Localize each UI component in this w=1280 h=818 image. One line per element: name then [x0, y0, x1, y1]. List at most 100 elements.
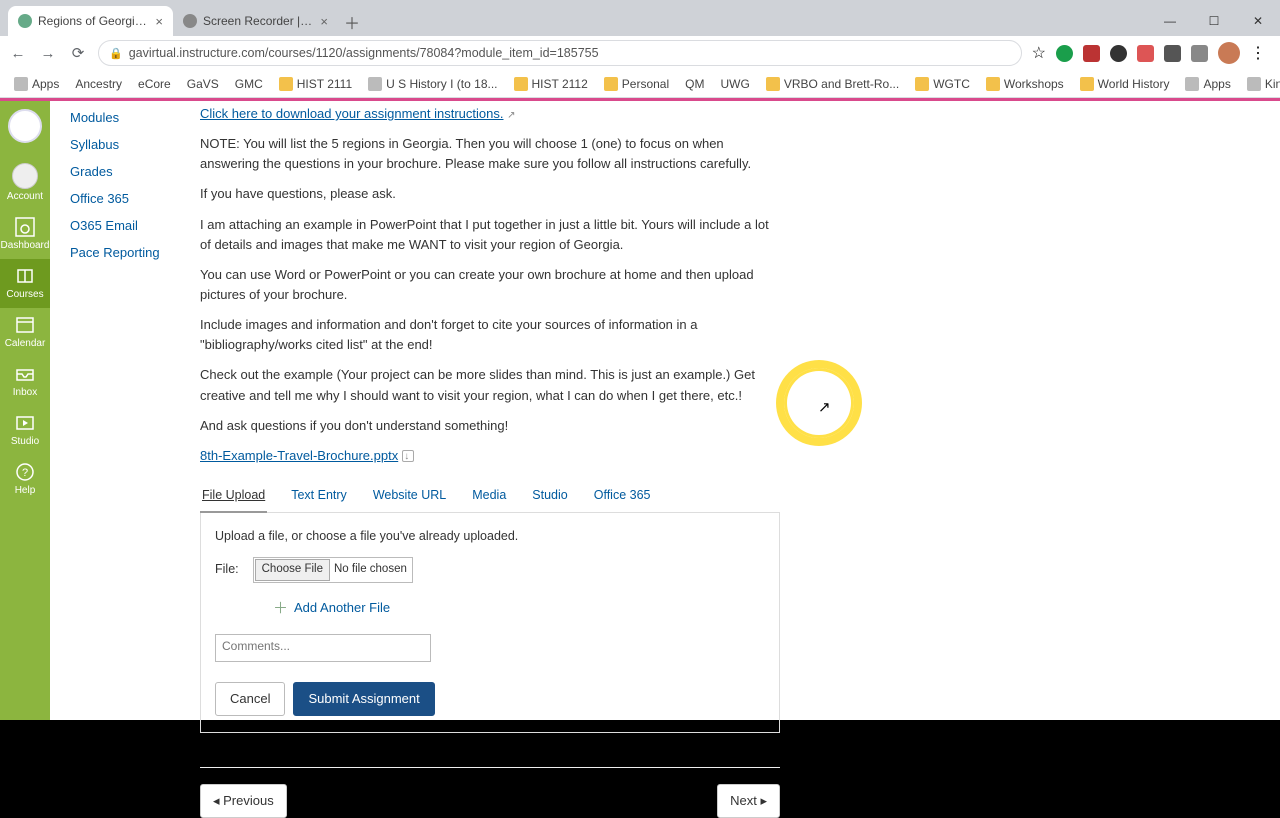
- address-bar: ← → ⟳ 🔒 gavirtual.instructure.com/course…: [0, 36, 1280, 70]
- bookmark-item[interactable]: U S History I (to 18...: [362, 75, 503, 93]
- course-nav-modules[interactable]: Modules: [62, 104, 186, 131]
- global-nav-calendar[interactable]: Calendar: [0, 308, 50, 357]
- extension-icon[interactable]: [1110, 45, 1127, 62]
- course-nav-grades[interactable]: Grades: [62, 158, 186, 185]
- global-nav-courses[interactable]: Courses: [0, 259, 50, 308]
- minimize-button[interactable]: —: [1148, 6, 1192, 36]
- global-nav-logo[interactable]: [0, 101, 50, 157]
- close-icon[interactable]: ×: [155, 14, 163, 29]
- apps-icon: [14, 77, 28, 91]
- tab-text-entry[interactable]: Text Entry: [289, 480, 349, 512]
- toolbar-right: ☆ ⋮: [1032, 42, 1272, 64]
- bookmark-folder[interactable]: HIST 2111: [273, 75, 358, 93]
- download-icon[interactable]: [402, 450, 414, 462]
- bookmark-star-icon[interactable]: ☆: [1032, 43, 1046, 63]
- global-nav: Account Dashboard Courses Calendar Inbox…: [0, 101, 50, 504]
- module-pager: ◂ Previous Next ▸: [200, 767, 780, 818]
- close-window-button[interactable]: ✕: [1236, 6, 1280, 36]
- bookmark-item[interactable]: eCore: [132, 75, 177, 93]
- body-text: You can use Word or PowerPoint or you ca…: [200, 265, 780, 305]
- body-text: I am attaching an example in PowerPoint …: [200, 215, 780, 255]
- bookmark-folder[interactable]: WGTC: [909, 75, 976, 93]
- extension-icon[interactable]: [1083, 45, 1100, 62]
- tab-title: Screen Recorder | Screencast-O: [203, 14, 314, 28]
- tab-file-upload[interactable]: File Upload: [200, 480, 267, 513]
- bookmark-folder[interactable]: World History: [1074, 75, 1176, 93]
- apps-button[interactable]: Apps: [1179, 75, 1236, 93]
- bookmark-item[interactable]: Kindle Cloud Reader: [1241, 75, 1280, 93]
- bookmark-item[interactable]: QM: [679, 75, 710, 93]
- folder-icon: [915, 77, 929, 91]
- logo-icon: [8, 109, 42, 143]
- bookmark-folder[interactable]: VRBO and Brett-Ro...: [760, 75, 905, 93]
- avatar-icon: [12, 163, 38, 189]
- tab-active[interactable]: Regions of Georgia Brochure As ×: [8, 6, 173, 36]
- maximize-button[interactable]: ☐: [1192, 6, 1236, 36]
- global-nav-help[interactable]: ?Help: [0, 455, 50, 504]
- extension-icon[interactable]: [1056, 45, 1073, 62]
- tab-studio[interactable]: Studio: [530, 480, 569, 512]
- bookmark-item[interactable]: Ancestry: [69, 75, 128, 93]
- global-nav-studio[interactable]: Studio: [0, 406, 50, 455]
- bookmark-item[interactable]: GMC: [229, 75, 269, 93]
- course-nav-office365[interactable]: Office 365: [62, 185, 186, 212]
- extension-icon[interactable]: [1137, 45, 1154, 62]
- new-tab-button[interactable]: ＋: [338, 8, 366, 36]
- bookmark-item[interactable]: UWG: [714, 75, 755, 93]
- back-button[interactable]: ←: [8, 43, 28, 63]
- comments-input[interactable]: [215, 634, 431, 662]
- plus-icon: ＋: [273, 597, 288, 620]
- chrome-menu-icon[interactable]: ⋮: [1250, 43, 1266, 63]
- course-nav-o365email[interactable]: O365 Email: [62, 212, 186, 239]
- file-input[interactable]: Choose File No file chosen: [253, 557, 413, 583]
- favicon-icon: [18, 14, 32, 28]
- extensions-menu-icon[interactable]: [1191, 45, 1208, 62]
- help-icon: ?: [14, 461, 36, 483]
- bookmark-item[interactable]: GaVS: [181, 75, 225, 93]
- folder-icon: [279, 77, 293, 91]
- download-instructions-link[interactable]: Click here to download your assignment i…: [200, 106, 503, 121]
- choose-file-button[interactable]: Choose File: [255, 559, 330, 581]
- bookmark-folder[interactable]: HIST 2112: [508, 75, 594, 93]
- page-body: Account Dashboard Courses Calendar Inbox…: [0, 98, 1280, 720]
- tab-website-url[interactable]: Website URL: [371, 480, 448, 512]
- submit-assignment-button[interactable]: Submit Assignment: [293, 682, 434, 716]
- bookmark-folder[interactable]: Workshops: [980, 75, 1070, 93]
- no-file-text: No file chosen: [330, 561, 411, 579]
- file-label: File:: [215, 560, 239, 579]
- tab-title: Regions of Georgia Brochure As: [38, 14, 149, 28]
- forward-button[interactable]: →: [38, 43, 58, 63]
- attachment-link[interactable]: 8th-Example-Travel-Brochure.pptx: [200, 448, 398, 463]
- dashboard-icon: [14, 216, 36, 238]
- global-nav-inbox[interactable]: Inbox: [0, 357, 50, 406]
- tab-office365[interactable]: Office 365: [592, 480, 653, 512]
- global-nav-account[interactable]: Account: [0, 157, 50, 210]
- tab-strip: Regions of Georgia Brochure As × Screen …: [0, 0, 1280, 36]
- cancel-button[interactable]: Cancel: [215, 682, 285, 716]
- close-icon[interactable]: ×: [320, 14, 328, 29]
- reload-button[interactable]: ⟳: [68, 43, 88, 63]
- url-input[interactable]: 🔒 gavirtual.instructure.com/courses/1120…: [98, 40, 1022, 66]
- global-nav-dashboard[interactable]: Dashboard: [0, 210, 50, 259]
- course-nav-pace[interactable]: Pace Reporting: [62, 239, 186, 266]
- studio-icon: [14, 412, 36, 434]
- add-another-file[interactable]: ＋ Add Another File: [273, 597, 765, 620]
- page-icon: [368, 77, 382, 91]
- tab-inactive[interactable]: Screen Recorder | Screencast-O ×: [173, 6, 338, 36]
- bookmark-folder[interactable]: Personal: [598, 75, 675, 93]
- upload-hint: Upload a file, or choose a file you've a…: [215, 527, 765, 546]
- folder-icon: [1080, 77, 1094, 91]
- profile-avatar[interactable]: [1218, 42, 1240, 64]
- apps-button[interactable]: Apps: [8, 75, 65, 93]
- course-nav-syllabus[interactable]: Syllabus: [62, 131, 186, 158]
- previous-button[interactable]: ◂ Previous: [200, 784, 287, 818]
- extension-icon[interactable]: [1164, 45, 1181, 62]
- highlight-annotation: [784, 368, 854, 438]
- upload-panel: Upload a file, or choose a file you've a…: [200, 513, 780, 733]
- next-button[interactable]: Next ▸: [717, 784, 780, 818]
- body-text: And ask questions if you don't understan…: [200, 416, 780, 436]
- tab-media[interactable]: Media: [470, 480, 508, 512]
- assignment-content: Click here to download your assignment i…: [200, 104, 1264, 818]
- folder-icon: [514, 77, 528, 91]
- calendar-icon: [14, 314, 36, 336]
